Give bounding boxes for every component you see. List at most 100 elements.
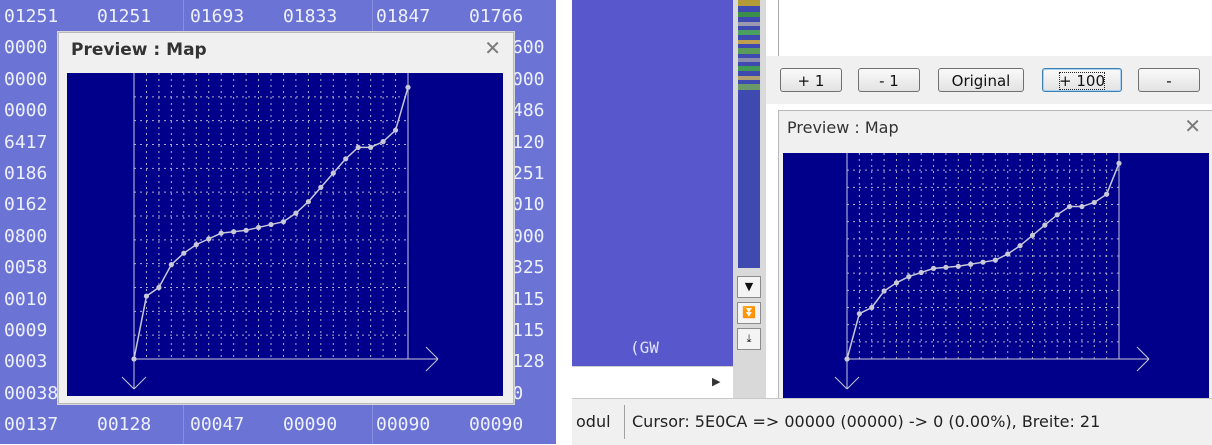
preview-map-window[interactable]: Preview : Map ✕ [58, 32, 514, 404]
hex-cell[interactable]: 000 [512, 67, 545, 93]
hex-cell[interactable]: 0009 [4, 318, 47, 344]
hex-cell[interactable]: 00038 [4, 381, 58, 407]
map-point [1017, 243, 1023, 249]
hex-cell[interactable]: 01693 [190, 4, 244, 30]
map-point [405, 84, 411, 90]
status-module: odul [576, 412, 611, 431]
map-point [1116, 160, 1122, 166]
close-icon[interactable]: ✕ [1184, 114, 1201, 138]
scroll-right-icon[interactable]: ▶ [712, 375, 720, 388]
minimap-strip[interactable] [738, 0, 760, 268]
preview-title-bar[interactable]: Preview : Map ✕ [59, 33, 513, 63]
hex-cell[interactable]: 0162 [4, 192, 47, 218]
map-point [231, 229, 237, 235]
hex-cell[interactable]: 0058 [4, 255, 47, 281]
close-icon[interactable]: ✕ [484, 36, 501, 60]
preview-map-window[interactable]: Preview : Map ✕ [778, 110, 1212, 402]
hex-cell[interactable]: 115 [512, 318, 545, 344]
map-point [1066, 203, 1073, 210]
y-axis-arrow [834, 376, 848, 390]
map-point [1005, 251, 1011, 257]
horizontal-scrollbar[interactable]: ▶ [572, 366, 733, 399]
hex-cell[interactable]: 00137 [4, 412, 58, 438]
subtract-100-button[interactable]: - [1138, 68, 1200, 92]
hex-cell[interactable]: 00090 [283, 412, 337, 438]
decrement-button[interactable]: - 1 [858, 68, 920, 92]
text-area[interactable] [778, 0, 1212, 57]
map-point [343, 156, 349, 162]
x-axis-arrow [425, 358, 439, 372]
button-label: + 100 [1059, 72, 1105, 90]
map-point [906, 274, 912, 280]
map-plot [783, 153, 1209, 399]
hex-cell[interactable]: 01251 [97, 4, 151, 30]
hex-cell[interactable]: 01251 [4, 4, 58, 30]
y-axis-arrow [121, 376, 135, 390]
y-axis-arrow [133, 376, 147, 390]
hex-cell[interactable]: 0186 [4, 161, 47, 187]
hex-cell[interactable]: 128 [512, 349, 545, 375]
button-label: - 1 [879, 72, 899, 90]
status-bar: odul Cursor: 5E0CA => 00000 (00000) -> 0… [572, 398, 1212, 445]
original-button[interactable]: Original [938, 68, 1024, 92]
map-point [168, 262, 174, 268]
hex-cell[interactable]: 486 [512, 98, 545, 124]
status-divider [624, 405, 625, 439]
strip-band [738, 58, 760, 62]
map-point [1091, 199, 1097, 206]
hex-cell[interactable]: 0003 [4, 349, 47, 375]
hex-cell[interactable]: 01766 [469, 4, 523, 30]
hex-cell[interactable]: 00128 [97, 412, 151, 438]
hex-cell[interactable]: 6417 [4, 130, 47, 156]
y-axis-arrow [846, 376, 860, 390]
hex-row: 01251 01251 01693 01833 01847 01766 [0, 4, 556, 30]
map-point [980, 259, 986, 265]
map-point [844, 356, 850, 362]
hex-cell[interactable]: 0800 [4, 224, 47, 250]
hex-cell[interactable]: 01833 [283, 4, 337, 30]
map-point [392, 127, 399, 133]
scroll-down-button[interactable]: ▼ [737, 276, 761, 298]
hex-cell[interactable]: 0000 [4, 98, 47, 124]
map-point [330, 170, 336, 176]
hex-cell[interactable]: 00090 [376, 412, 430, 438]
data-view: (GW [572, 0, 733, 366]
hex-cell[interactable]: 00047 [190, 412, 244, 438]
hex-cell[interactable]: 251 [512, 161, 545, 187]
preview-title-bar[interactable]: Preview : Map ✕ [779, 111, 1212, 141]
strip-band [738, 30, 760, 35]
scroll-end-button[interactable]: ⤓ [737, 328, 761, 350]
map-point [268, 221, 274, 228]
hex-cell[interactable]: 0000 [4, 35, 47, 61]
map-point [992, 257, 998, 263]
map-point [1079, 203, 1085, 210]
map-point [955, 263, 961, 269]
strip-band [738, 84, 760, 90]
hex-cell[interactable]: 01847 [376, 4, 430, 30]
page-down-button[interactable]: ⏬ [737, 302, 761, 324]
hex-cell[interactable]: 120 [512, 130, 545, 156]
button-row: + 1 - 1 Original + 100 - [766, 56, 1212, 104]
x-axis-arrow [1136, 358, 1150, 372]
add-100-button[interactable]: + 100 [1042, 68, 1122, 92]
map-point [318, 184, 324, 190]
hex-cell[interactable]: 010 [512, 192, 545, 218]
map-chart [121, 73, 439, 390]
hex-cell[interactable]: 325 [512, 255, 545, 281]
strip-band [738, 48, 760, 54]
vertical-scrollbar[interactable]: ▼ ⏬ ⤓ [733, 0, 766, 398]
map-point [930, 265, 937, 271]
hex-cell[interactable]: 0010 [4, 287, 47, 313]
hex-cell[interactable]: 00090 [469, 412, 523, 438]
increment-button[interactable]: + 1 [780, 68, 842, 92]
map-point [280, 219, 287, 225]
map-point [1054, 212, 1060, 218]
map-point [243, 227, 249, 233]
hex-cell[interactable]: 000 [512, 224, 545, 250]
hex-cell[interactable]: 0000 [4, 67, 47, 93]
hex-cell[interactable]: 115 [512, 287, 545, 313]
status-cursor: Cursor: 5E0CA => 00000 (00000) -> 0 (0.0… [632, 412, 1101, 431]
hex-cell[interactable]: 600 [512, 35, 545, 61]
map-point [143, 293, 150, 299]
map-point [856, 311, 862, 317]
